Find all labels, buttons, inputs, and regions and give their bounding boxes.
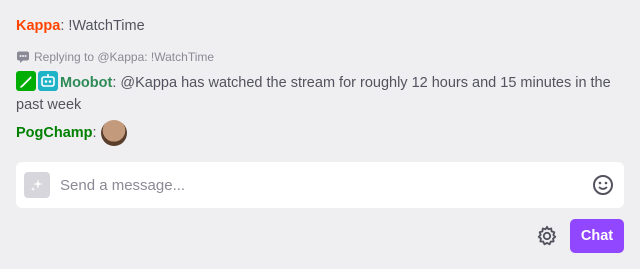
message-text: : !WatchTime: [60, 18, 145, 34]
username[interactable]: PogChamp: [16, 123, 93, 144]
username[interactable]: Kappa: [16, 18, 60, 34]
chat-input[interactable]: [60, 176, 592, 194]
chat-input-container[interactable]: [16, 162, 624, 208]
emoji-icon[interactable]: [592, 174, 614, 196]
moderator-badge-icon[interactable]: [16, 71, 36, 91]
pogchamp-emote-icon[interactable]: [100, 120, 127, 146]
chat-controls: Chat: [536, 219, 624, 253]
username[interactable]: Moobot: [60, 75, 112, 91]
chat-message: PogChamp:: [16, 120, 127, 146]
gear-icon[interactable]: [536, 225, 558, 247]
chat-message: Kappa: !WatchTime: [16, 16, 145, 37]
message-text: :: [92, 124, 97, 141]
chat-send-button[interactable]: Chat: [570, 219, 624, 253]
sparkle-icon[interactable]: [24, 172, 50, 198]
reply-icon: [17, 51, 29, 63]
bot-badge-icon[interactable]: [38, 71, 58, 91]
chat-message: Moobot: @Kappa has watched the stream fo…: [16, 71, 628, 116]
reply-context[interactable]: Replying to @Kappa: !WatchTime: [16, 50, 214, 64]
reply-context-text: Replying to @Kappa: !WatchTime: [34, 50, 215, 64]
